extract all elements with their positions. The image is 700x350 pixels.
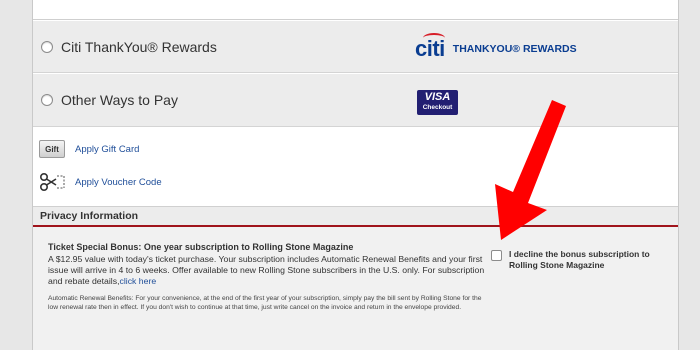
other-pay-label[interactable]: Other Ways to Pay [61, 92, 178, 108]
alternative-payments: Gift Apply Gift Card Apply Voucher Code [33, 128, 678, 206]
bonus-details-link[interactable]: click here [119, 276, 156, 286]
citi-radio[interactable] [41, 41, 53, 53]
top-strip [33, 0, 678, 20]
bonus-body-text: A $12.95 value with today's ticket purch… [48, 254, 485, 286]
bonus-body: A $12.95 value with today's ticket purch… [48, 254, 488, 287]
privacy-header: Privacy Information [33, 206, 678, 226]
citi-thankyou-logo: citi THANKYOU® REWARDS [415, 33, 577, 60]
citi-option-label[interactable]: Citi ThankYou® Rewards [61, 39, 217, 55]
apply-voucher-link[interactable]: Apply Voucher Code [75, 177, 162, 188]
citi-arc-icon [423, 33, 445, 43]
privacy-title: Privacy Information [40, 210, 139, 222]
apply-gift-card-link[interactable]: Apply Gift Card [75, 144, 139, 155]
decline-bonus-label[interactable]: I decline the bonus subscription to Roll… [509, 249, 669, 271]
visa-badge-word: VISA [424, 91, 451, 103]
payment-option-citi[interactable]: Citi ThankYou® Rewards citi THANKYOU® RE… [33, 21, 678, 73]
visa-checkout-badge: VISA Checkout [417, 90, 458, 115]
gift-card-icon: Gift [39, 140, 65, 158]
checkout-panel: Citi ThankYou® Rewards citi THANKYOU® RE… [32, 0, 679, 350]
gift-card-item[interactable]: Gift Apply Gift Card [39, 138, 139, 160]
bonus-title: Ticket Special Bonus: One year subscript… [48, 242, 354, 252]
payment-option-other[interactable]: Other Ways to Pay VISA Checkout [33, 74, 678, 127]
citi-logo-text: THANKYOU® REWARDS [452, 43, 577, 55]
visa-badge-sub: Checkout [422, 104, 453, 111]
bonus-offer: Ticket Special Bonus: One year subscript… [33, 227, 678, 350]
other-pay-radio[interactable] [41, 94, 53, 106]
decline-bonus-checkbox[interactable] [491, 250, 502, 261]
auto-renewal-text: Automatic Renewal Benefits: For your con… [48, 295, 482, 311]
scissors-icon [39, 172, 65, 192]
voucher-item[interactable]: Apply Voucher Code [39, 171, 162, 193]
